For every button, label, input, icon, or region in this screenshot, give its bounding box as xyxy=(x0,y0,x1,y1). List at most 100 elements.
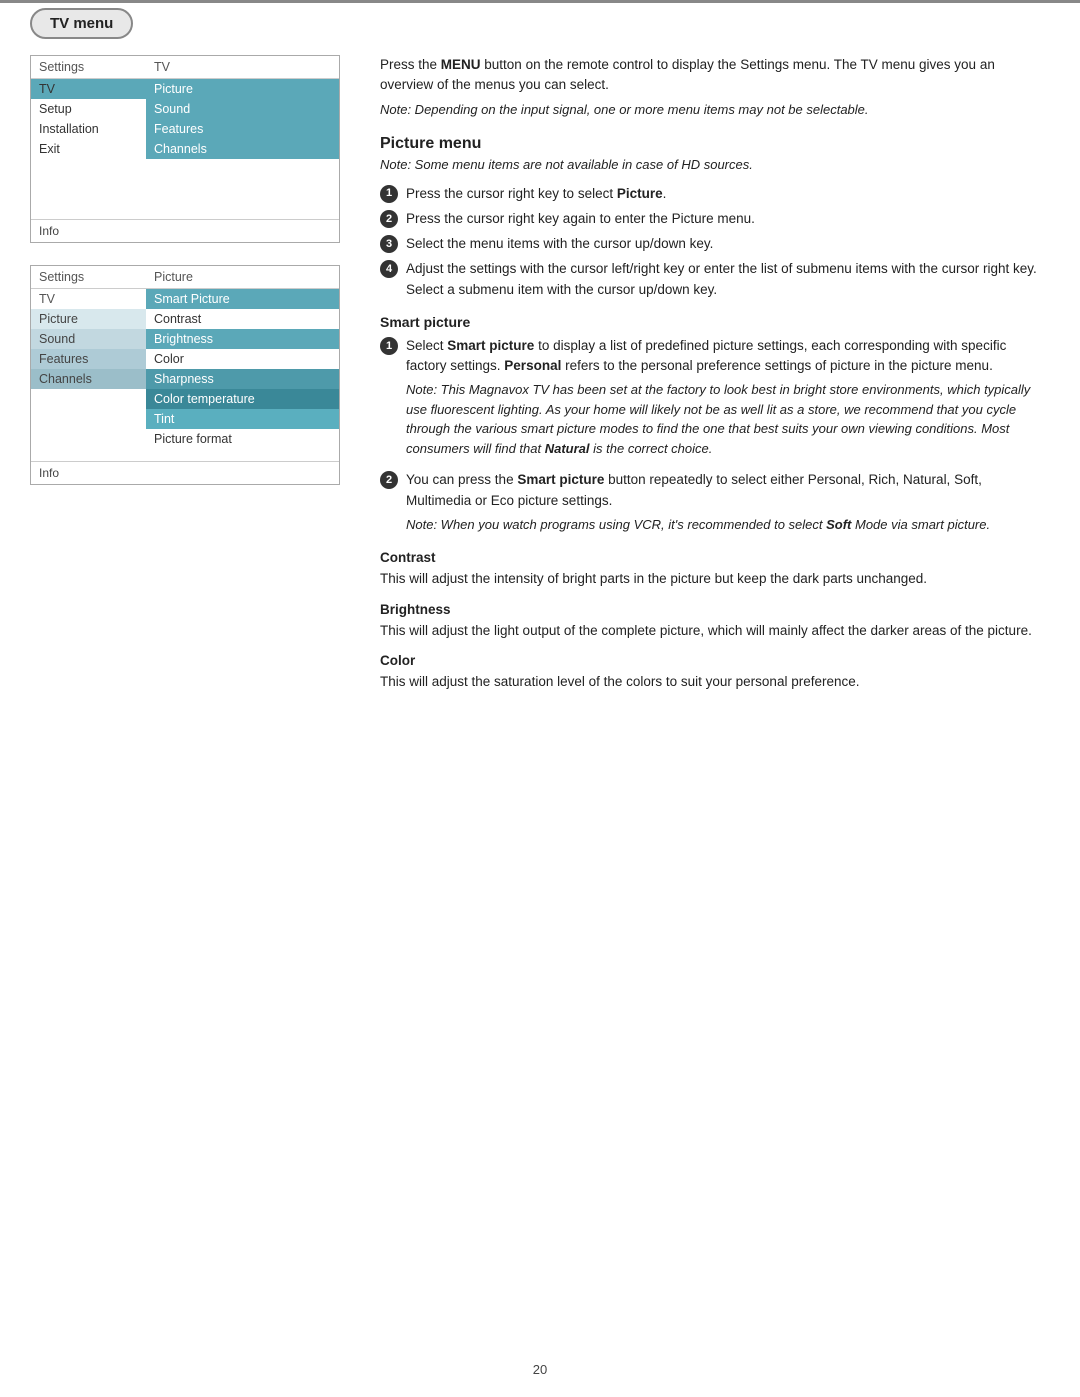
menu1-row6-left xyxy=(31,183,146,195)
menu1-row-6 xyxy=(31,183,339,195)
menu1-settings-label: Settings xyxy=(39,60,154,74)
step-4: 4 Adjust the settings with the cursor le… xyxy=(380,259,1050,300)
menu2-row-0: TV Smart Picture xyxy=(31,289,339,309)
menu2-row4-right[interactable]: Sharpness xyxy=(146,369,339,389)
menu1-row2-left[interactable]: Installation xyxy=(31,119,146,139)
menu1-row-4 xyxy=(31,159,339,171)
menu2-row-5: Color temperature xyxy=(31,389,339,409)
menu2-row-3: Features Color xyxy=(31,349,339,369)
menu1-row0-left[interactable]: TV xyxy=(31,79,146,99)
menu2-row1-left[interactable]: Picture xyxy=(31,309,146,329)
smart-picture-section: Smart picture 1 Select Smart picture to … xyxy=(380,314,1050,539)
smart-item-1: 1 Select Smart picture to display a list… xyxy=(380,336,1050,463)
step2-text: Press the cursor right key again to ente… xyxy=(406,209,755,229)
color-desc: This will adjust the saturation level of… xyxy=(380,672,1050,692)
menu1-row-2: Installation Features xyxy=(31,119,339,139)
menu2-row8-left xyxy=(31,449,146,461)
step3-num: 3 xyxy=(380,235,398,253)
page-number: 20 xyxy=(533,1362,547,1377)
menu1-row1-left[interactable]: Setup xyxy=(31,99,146,119)
menu1-row-8 xyxy=(31,207,339,219)
menu2-row6-right[interactable]: Tint xyxy=(146,409,339,429)
menu1-tv-label: TV xyxy=(154,60,170,74)
menu2-row2-right[interactable]: Brightness xyxy=(146,329,339,349)
menu2-row3-left[interactable]: Features xyxy=(31,349,146,369)
right-panel: Press the MENU button on the remote cont… xyxy=(380,55,1050,704)
smart-item2-text: You can press the Smart picture button r… xyxy=(406,470,1050,538)
menu2-row0-right[interactable]: Smart Picture xyxy=(146,289,339,309)
smart-picture-list: 1 Select Smart picture to display a list… xyxy=(380,336,1050,539)
menu1-row6-right xyxy=(146,183,339,195)
menu2-row7-right[interactable]: Picture format xyxy=(146,429,339,449)
menu1-row0-right[interactable]: Picture xyxy=(146,79,339,99)
smart-picture-title: Smart picture xyxy=(380,314,1050,330)
menu1-info: Info xyxy=(31,219,339,242)
menu2-row-1: Picture Contrast xyxy=(31,309,339,329)
menu-box-1-header: Settings TV xyxy=(31,56,339,79)
brightness-title: Brightness xyxy=(380,602,1050,617)
color-section: Color This will adjust the saturation le… xyxy=(380,653,1050,692)
step1-text: Press the cursor right key to select Pic… xyxy=(406,184,666,204)
menu2-row-6: Tint xyxy=(31,409,339,429)
menu1-row1-right[interactable]: Sound xyxy=(146,99,339,119)
menu2-row5-right[interactable]: Color temperature xyxy=(146,389,339,409)
menu-box-2: Settings Picture TV Smart Picture Pictur… xyxy=(30,265,340,485)
menu2-tv-label: Picture xyxy=(154,270,193,284)
picture-menu-title: Picture menu xyxy=(380,135,1050,153)
menu2-row-2: Sound Brightness xyxy=(31,329,339,349)
picture-menu-note: Note: Some menu items are not available … xyxy=(380,157,1050,172)
smart-item-2: 2 You can press the Smart picture button… xyxy=(380,470,1050,538)
menu2-row-7: Picture format xyxy=(31,429,339,449)
smart-item1-num: 1 xyxy=(380,337,398,355)
contrast-desc: This will adjust the intensity of bright… xyxy=(380,569,1050,589)
contrast-title: Contrast xyxy=(380,550,1050,565)
step3-text: Select the menu items with the cursor up… xyxy=(406,234,713,254)
menu1-row-5 xyxy=(31,171,339,183)
menu1-row2-right[interactable]: Features xyxy=(146,119,339,139)
menu1-row3-left[interactable]: Exit xyxy=(31,139,146,159)
brightness-section: Brightness This will adjust the light ou… xyxy=(380,602,1050,641)
menu1-row-0: TV Picture xyxy=(31,79,339,99)
step4-num: 4 xyxy=(380,260,398,278)
brightness-desc: This will adjust the light output of the… xyxy=(380,621,1050,641)
menu1-row5-right xyxy=(146,171,339,183)
menu2-row8-right xyxy=(146,449,339,461)
step-3: 3 Select the menu items with the cursor … xyxy=(380,234,1050,254)
menu2-row5-left xyxy=(31,389,146,409)
smart-item2-num: 2 xyxy=(380,471,398,489)
menu1-row5-left xyxy=(31,171,146,183)
left-panel: Settings TV TV Picture Setup Sound Insta… xyxy=(30,55,340,507)
menu1-row8-left xyxy=(31,207,146,219)
menu1-row8-right xyxy=(146,207,339,219)
menu1-row4-left xyxy=(31,159,146,171)
menu2-row7-left xyxy=(31,429,146,449)
color-title: Color xyxy=(380,653,1050,668)
menu2-row4-left[interactable]: Channels xyxy=(31,369,146,389)
menu2-row6-left xyxy=(31,409,146,429)
menu2-header: Settings Picture xyxy=(31,266,339,289)
menu2-row2-left[interactable]: Sound xyxy=(31,329,146,349)
intro-text: Press the MENU button on the remote cont… xyxy=(380,55,1050,96)
menu2-row3-right[interactable]: Color xyxy=(146,349,339,369)
menu1-row3-right[interactable]: Channels xyxy=(146,139,339,159)
intro-note: Note: Depending on the input signal, one… xyxy=(380,102,1050,117)
picture-menu-section: Picture menu Note: Some menu items are n… xyxy=(380,135,1050,300)
step1-num: 1 xyxy=(380,185,398,203)
menu1-row4-right xyxy=(146,159,339,171)
step2-num: 2 xyxy=(380,210,398,228)
step-2: 2 Press the cursor right key again to en… xyxy=(380,209,1050,229)
menu1-row-1: Setup Sound xyxy=(31,99,339,119)
picture-menu-steps: 1 Press the cursor right key to select P… xyxy=(380,184,1050,300)
step4-text: Adjust the settings with the cursor left… xyxy=(406,259,1050,300)
menu2-row0-left[interactable]: TV xyxy=(31,289,146,309)
menu2-settings-label: Settings xyxy=(39,270,154,284)
tv-menu-tab: TV menu xyxy=(30,8,133,39)
menu2-info: Info xyxy=(31,461,339,484)
menu-box-1: Settings TV TV Picture Setup Sound Insta… xyxy=(30,55,340,243)
menu2-row1-right[interactable]: Contrast xyxy=(146,309,339,329)
menu1-row7-left xyxy=(31,195,146,207)
menu2-row-4: Channels Sharpness xyxy=(31,369,339,389)
menu1-row-7 xyxy=(31,195,339,207)
step-1: 1 Press the cursor right key to select P… xyxy=(380,184,1050,204)
smart-item1-text: Select Smart picture to display a list o… xyxy=(406,336,1050,463)
